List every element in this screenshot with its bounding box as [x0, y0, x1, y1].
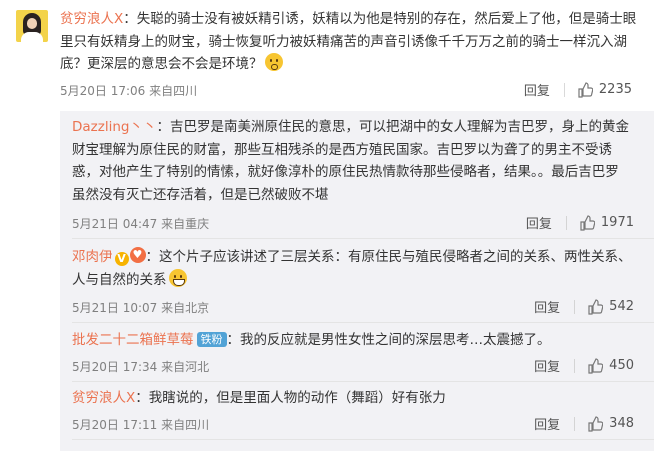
heart-badge-icon [129, 244, 146, 267]
grin-emoji-icon [168, 268, 187, 287]
reply-text: 我的反应就是男性女性之间的深层思考…太震撼了。 [240, 332, 551, 348]
comment-author[interactable]: 贫穷浪人X [60, 11, 123, 27]
like-icon[interactable] [579, 214, 595, 231]
reply-button[interactable]: 回复 [534, 356, 560, 375]
reply-button[interactable]: 回复 [534, 414, 560, 433]
like-icon[interactable] [587, 357, 604, 374]
top-comment: 贫穷浪人X：失聪的骑士没有被妖精引诱，妖精以为他是特别的存在，然后爱上了他，但是… [60, 11, 637, 72]
fan-badge: 铁粉 [196, 332, 227, 347]
comment-actions: 回复 2235 [524, 80, 632, 99]
reply-meta: 5月21日 10:07 来自北京 [72, 301, 210, 315]
divider [574, 358, 576, 373]
reply-button[interactable]: 回复 [524, 80, 550, 99]
divider [565, 215, 567, 230]
like-icon[interactable] [587, 298, 604, 315]
reply-divider [72, 238, 654, 239]
reply-actions: 回复 1971 [526, 213, 634, 232]
like-count: 2235 [598, 82, 632, 97]
like-count: 1971 [600, 215, 634, 230]
reply-item: 批发二十二箱鲜草莓 铁粉 ：我的反应就是男性女性之间的深层思考…太震撼了。 [72, 332, 551, 348]
reply-actions: 回复 450 [534, 356, 634, 375]
like-count: 542 [609, 299, 634, 314]
divider [563, 82, 565, 97]
avatar[interactable] [16, 10, 48, 42]
reply-author[interactable]: 邓肉伊 [72, 249, 113, 265]
reply-divider [72, 381, 654, 382]
reply-divider [72, 439, 654, 440]
divider [574, 416, 576, 431]
reply-author[interactable]: 批发二十二箱鲜草莓 [72, 332, 194, 348]
like-icon[interactable] [577, 81, 593, 98]
divider [574, 299, 576, 314]
verified-badge: V [114, 252, 129, 266]
replies-panel: Dazzling丶丶：吉巴罗是南美洲原住民的意思，可以把湖中的女人理解为吉巴罗，… [60, 111, 654, 451]
reply-actions: 回复 542 [534, 297, 634, 316]
reply-item: 贫穷浪人X：我瞎说的，但是里面人物的动作（舞蹈）好有张力 [72, 390, 446, 406]
reply-meta: 5月20日 17:11 来自四川 [72, 418, 210, 432]
comment-text: 失聪的骑士没有被妖精引诱，妖精以为他是特别的存在，然后爱上了他，但是骑士眼里只有… [60, 11, 637, 72]
reply-meta: 5月20日 17:34 来自河北 [72, 360, 210, 374]
reply-button[interactable]: 回复 [534, 297, 560, 316]
comment-meta: 5月20日 17:06 来自四川 [60, 84, 198, 98]
reply-divider [72, 322, 654, 323]
thinking-emoji-icon [264, 53, 283, 71]
like-count: 348 [609, 416, 634, 431]
reply-author[interactable]: 贫穷浪人X [72, 390, 135, 406]
like-count: 450 [609, 358, 634, 373]
reply-text: 我瞎说的，但是里面人物的动作（舞蹈）好有张力 [148, 390, 446, 406]
reply-item: 邓肉伊V：这个片子应该讲述了三层关系：有原住民与殖民侵略者之间的关系、两性关系、… [72, 244, 632, 291]
like-icon[interactable] [587, 415, 604, 432]
reply-author[interactable]: Dazzling丶丶 [72, 119, 156, 135]
reply-actions: 回复 348 [534, 414, 634, 433]
reply-item: Dazzling丶丶：吉巴罗是南美洲原住民的意思，可以把湖中的女人理解为吉巴罗，… [72, 119, 629, 203]
reply-meta: 5月21日 04:47 来自重庆 [72, 217, 210, 231]
reply-button[interactable]: 回复 [526, 213, 552, 232]
